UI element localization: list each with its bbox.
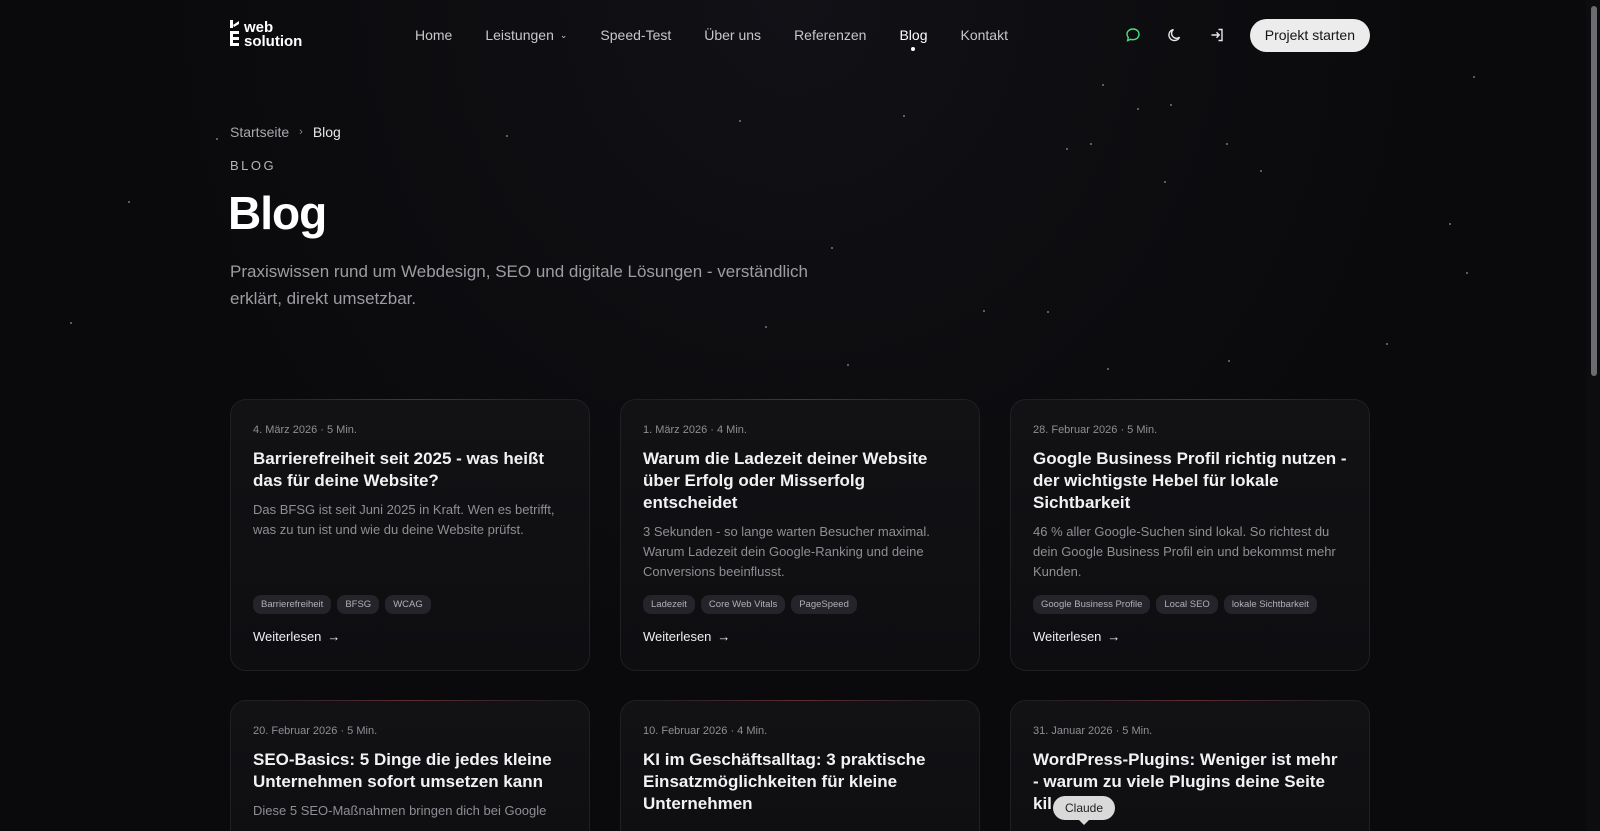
blog-card[interactable]: 20. Februar 2026 · 5 Min. SEO-Basics: 5 … [230,700,590,831]
login-icon[interactable] [1208,26,1226,44]
post-meta: 4. März 2026 · 5 Min. [253,424,357,436]
nav-referenzen[interactable]: Referenzen [794,27,866,43]
nav-blog-label: Blog [899,27,928,43]
post-tag[interactable]: Core Web Vitals [700,595,786,614]
nav-leistungen-label: Leistungen [485,27,554,43]
read-more-label: Weiterlesen [253,629,322,644]
post-meta: 31. Januar 2026 · 5 Min. [1033,725,1153,737]
post-tag[interactable]: Ladezeit [643,595,695,614]
nav-home-label: Home [415,27,453,43]
post-excerpt: 3 Sekunden - so lange warten Besucher ma… [643,524,930,579]
header-actions: Projekt starten [1124,18,1370,52]
start-project-button[interactable]: Projekt starten [1249,18,1370,52]
scrollbar-thumb[interactable] [1591,6,1597,376]
post-meta: 28. Februar 2026 · 5 Min. [1033,424,1158,436]
arrow-right-icon: → [327,629,341,644]
nav-ueber-uns-label: Über uns [704,27,762,43]
post-tag[interactable]: Barrierefreiheit [253,595,332,614]
nav-ueber-uns[interactable]: Über uns [704,27,761,43]
nav-home[interactable]: Home [415,27,452,43]
post-title[interactable]: Barrierefreiheit seit 2025 - was heißt d… [253,448,567,492]
chevron-down-icon: ⌄ [559,29,568,40]
post-excerpt: Das BFSG ist seit Juni 2025 in Kraft. We… [253,502,555,537]
nav-kontakt-label: Kontakt [960,27,1008,43]
moon-icon[interactable] [1166,26,1184,44]
read-more-link[interactable]: Weiterlesen → [643,629,730,644]
post-title[interactable]: Google Business Profil richtig nutzen - … [1033,448,1347,514]
post-tag[interactable]: lokale Sichtbarkeit [1223,595,1317,614]
post-tags: Ladezeit Core Web Vitals PageSpeed [643,595,857,614]
page-frame: web solution Home Leistungen ⌄ Speed-Test… [0,0,1586,831]
brand-line-2: solution [244,33,303,50]
page-lead: Praxiswissen rund um Webdesign, SEO und … [230,262,808,308]
breadcrumb-current: Blog [312,124,341,140]
claude-tooltip: Claude [1053,796,1116,825]
read-more-label: Weiterlesen [1033,629,1102,644]
nav-referenzen-label: Referenzen [794,27,867,43]
brand-logo[interactable]: web solution [230,20,390,50]
read-more-label: Weiterlesen [643,629,712,644]
read-more-link[interactable]: Weiterlesen → [253,629,340,644]
post-tag[interactable]: Google Business Profile [1033,595,1151,614]
arrow-right-icon: → [717,629,731,644]
chevron-right-icon: › [299,126,303,138]
nav-speed-test[interactable]: Speed-Test [600,27,671,43]
main-nav: Home Leistungen ⌄ Speed-Test Über uns Ref… [415,27,1008,51]
section-eyebrow: BLOG [230,158,277,173]
nav-blog[interactable]: Blog [899,27,928,51]
nav-leistungen[interactable]: Leistungen ⌄ [485,27,567,43]
post-tag[interactable]: WCAG [385,595,431,614]
breadcrumb: Startseite › Blog [230,124,341,140]
post-meta: 20. Februar 2026 · 5 Min. [253,725,378,737]
breadcrumb-home[interactable]: Startseite [230,124,289,140]
post-tag[interactable]: PageSpeed [791,595,857,614]
nav-speed-test-label: Speed-Test [600,27,672,43]
nav-kontakt[interactable]: Kontakt [960,27,1007,43]
post-meta: 10. Februar 2026 · 4 Min. [643,725,768,737]
logo-icon [230,20,239,46]
blog-card[interactable]: 1. März 2026 · 4 Min. Warum die Ladezeit… [620,399,980,671]
post-tag[interactable]: BFSG [337,595,380,614]
site-header: web solution Home Leistungen ⌄ Speed-Test… [230,16,1370,54]
post-meta: 1. März 2026 · 4 Min. [643,424,747,436]
post-tags: Google Business Profile Local SEO lokale… [1033,595,1317,614]
post-tag[interactable]: Local SEO [1156,595,1218,614]
brand-wordmark: web solution [244,20,303,50]
arrow-right-icon: → [1107,629,1121,644]
blog-card[interactable]: 10. Februar 2026 · 4 Min. KI im Geschäft… [620,700,980,831]
page-title: Blog [228,187,327,239]
blog-card[interactable]: 28. Februar 2026 · 5 Min. Google Busines… [1010,399,1370,671]
post-excerpt: 46 % aller Google-Suchen sind lokal. So … [1033,524,1336,579]
chat-icon[interactable] [1124,26,1142,44]
post-title[interactable]: SEO-Basics: 5 Dinge die jedes kleine Unt… [253,749,567,793]
post-excerpt: Diese 5 SEO-Maßnahmen bringen dich bei G… [253,803,547,818]
blog-card[interactable]: 4. März 2026 · 5 Min. Barrierefreiheit s… [230,399,590,671]
post-title[interactable]: Warum die Ladezeit deiner Website über E… [643,448,957,514]
post-title[interactable]: KI im Geschäftsalltag: 3 praktische Eins… [643,749,957,815]
read-more-link[interactable]: Weiterlesen → [1033,629,1120,644]
post-tags: Barrierefreiheit BFSG WCAG [253,595,431,614]
scrollbar[interactable] [1586,0,1600,831]
